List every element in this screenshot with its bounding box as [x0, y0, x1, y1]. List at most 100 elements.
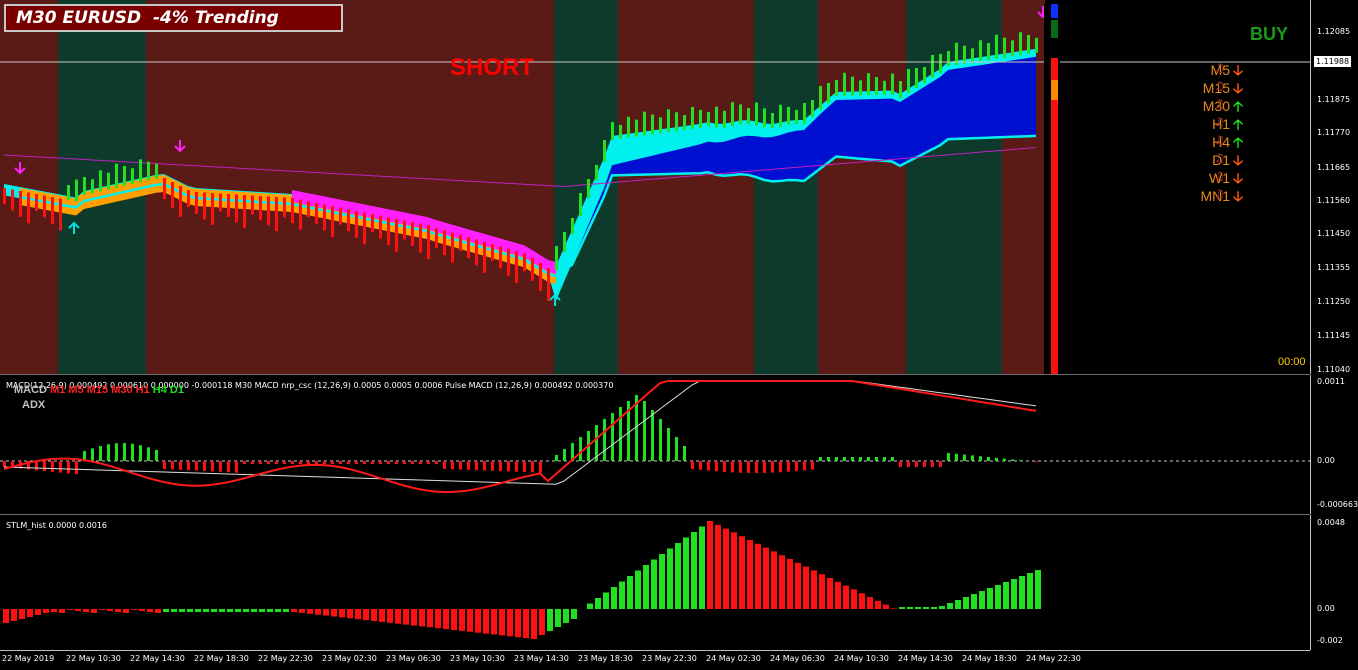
macd-histogram-bar: [483, 461, 486, 471]
timeframe-label: MN1: [1200, 188, 1230, 204]
macd-histogram-bar: [443, 461, 446, 469]
macd-canvas[interactable]: [0, 375, 1310, 514]
time-tick-label: 23 May 10:30: [450, 654, 505, 663]
trend-zone: [818, 0, 906, 374]
price-chart-pane[interactable]: M30 EURUSD -4% Trending SHORT BUY 00:00 …: [0, 0, 1310, 375]
stlm-histogram-bar: [331, 609, 337, 617]
price-bar: [123, 166, 126, 186]
price-bar: [3, 188, 6, 204]
stlm-histogram-bar: [707, 521, 713, 609]
time-axis[interactable]: 22 May 2019 22 May 10:30 22 May 14:30 22 Ma…: [0, 651, 1358, 670]
price-bar: [675, 112, 678, 132]
stlm-histogram-bar: [1003, 582, 1009, 609]
stlm-histogram-bar: [883, 604, 889, 609]
arrow-down-icon: 🡣: [1232, 188, 1244, 204]
price-bar: [155, 163, 158, 179]
macd-histogram-bar: [659, 419, 662, 461]
price-bar: [875, 77, 878, 95]
price-bar: [371, 214, 374, 232]
macd-histogram-bar: [827, 457, 830, 461]
price-bar: [139, 159, 142, 183]
macd-prefix: MACD: [14, 384, 47, 396]
macd-histogram-bar: [867, 457, 870, 461]
price-bar: [35, 194, 38, 211]
price-bar: [707, 112, 710, 127]
price-bar: [523, 253, 526, 272]
stlm-histogram-bar: [619, 581, 625, 609]
stlm-histogram-bar: [779, 555, 785, 609]
price-bar: [99, 170, 102, 192]
macd-histogram-bar: [843, 457, 846, 461]
price-bar: [803, 103, 806, 124]
macd-pane[interactable]: MACD(12,26,9) 0.000492 0.000610 0.000000…: [0, 375, 1310, 515]
time-tick-label: 22 May 2019: [2, 654, 55, 663]
stlm-histogram-bar: [83, 609, 89, 612]
stlm-histogram-bar: [899, 607, 905, 609]
macd-histogram-bar: [251, 461, 254, 464]
price-axis[interactable]: 1.11988 1.12085 1.11875 1.11770 1.11665 1.11…: [1310, 0, 1358, 374]
stlm-pane[interactable]: STLM_hist 0.0000 0.0016: [0, 515, 1310, 651]
macd-histogram-bar: [931, 461, 934, 467]
macd-histogram-bar: [35, 461, 38, 471]
price-tick: 1.11560: [1317, 196, 1351, 205]
macd-histogram-bar: [387, 461, 390, 464]
macd-histogram-bar: [275, 461, 278, 464]
time-tick-label: 22 May 22:30: [258, 654, 313, 663]
price-bar: [851, 76, 854, 96]
price-bar: [331, 206, 334, 237]
music-note-icon: ♫: [1214, 187, 1225, 201]
stlm-histogram-bar: [835, 581, 841, 609]
price-chart-canvas[interactable]: [0, 0, 1310, 374]
stlm-histogram-bar: [635, 570, 641, 609]
music-note-icon: ♫: [1214, 169, 1225, 183]
macd-axis[interactable]: 0.0011 0.00 -0.000663: [1310, 375, 1358, 514]
macd-histogram-bar: [419, 461, 422, 464]
macd-histogram-bar: [59, 461, 62, 473]
stlm-histogram-bar: [243, 609, 249, 612]
macd-tick: -0.000663: [1317, 500, 1358, 509]
current-price-tag: 1.11988: [1314, 56, 1352, 67]
macd-tf-label: M30: [108, 384, 133, 396]
macd-histogram-bar: [835, 457, 838, 461]
price-bar: [1019, 32, 1022, 56]
macd-histogram-bar: [971, 455, 974, 461]
macd-histogram-bar: [539, 461, 542, 473]
stlm-histogram-bar: [291, 609, 297, 612]
stlm-histogram-bar: [763, 547, 769, 609]
macd-histogram-bar: [339, 461, 342, 464]
macd-histogram-bar: [891, 457, 894, 461]
macd-histogram-bar: [611, 413, 614, 461]
stlm-tick: 0.00: [1317, 604, 1335, 613]
short-signal-label: SHORT: [450, 54, 534, 81]
stlm-canvas[interactable]: [0, 515, 1310, 650]
stlm-histogram-bar: [1019, 576, 1025, 609]
macd-timeframe-labels: MACD M1 M5 M15 M30 H1 H4 D1: [14, 384, 184, 396]
price-bar: [723, 110, 726, 128]
macd-histogram-bar: [883, 457, 886, 461]
stlm-histogram-bar: [139, 609, 145, 611]
stlm-histogram-bar: [627, 576, 633, 609]
stlm-histogram-bar: [859, 593, 865, 609]
price-bar: [203, 192, 206, 220]
macd-tf-label: H1: [132, 384, 150, 396]
price-bar: [291, 198, 294, 223]
price-bar: [51, 197, 54, 224]
stlm-histogram-bar: [267, 609, 273, 612]
stlm-histogram-bar: [475, 609, 481, 633]
price-bar: [867, 73, 870, 96]
stlm-histogram-bar: [507, 609, 513, 637]
music-note-icon: ♫: [1214, 79, 1225, 93]
strength-bar: [1044, 4, 1060, 374]
price-bar: [243, 195, 246, 228]
stlm-histogram-bar: [395, 609, 401, 624]
stlm-axis[interactable]: 0.0048 0.00 -0.002: [1310, 515, 1358, 650]
price-bar: [699, 109, 702, 128]
stlm-histogram-bar: [27, 609, 33, 617]
price-bar: [491, 244, 494, 262]
macd-histogram-bar: [355, 461, 358, 464]
stlm-histogram-bar: [19, 609, 25, 619]
macd-histogram-bar: [819, 457, 822, 461]
price-bar: [11, 189, 14, 211]
macd-histogram-bar: [771, 461, 774, 473]
price-bar: [587, 179, 590, 198]
